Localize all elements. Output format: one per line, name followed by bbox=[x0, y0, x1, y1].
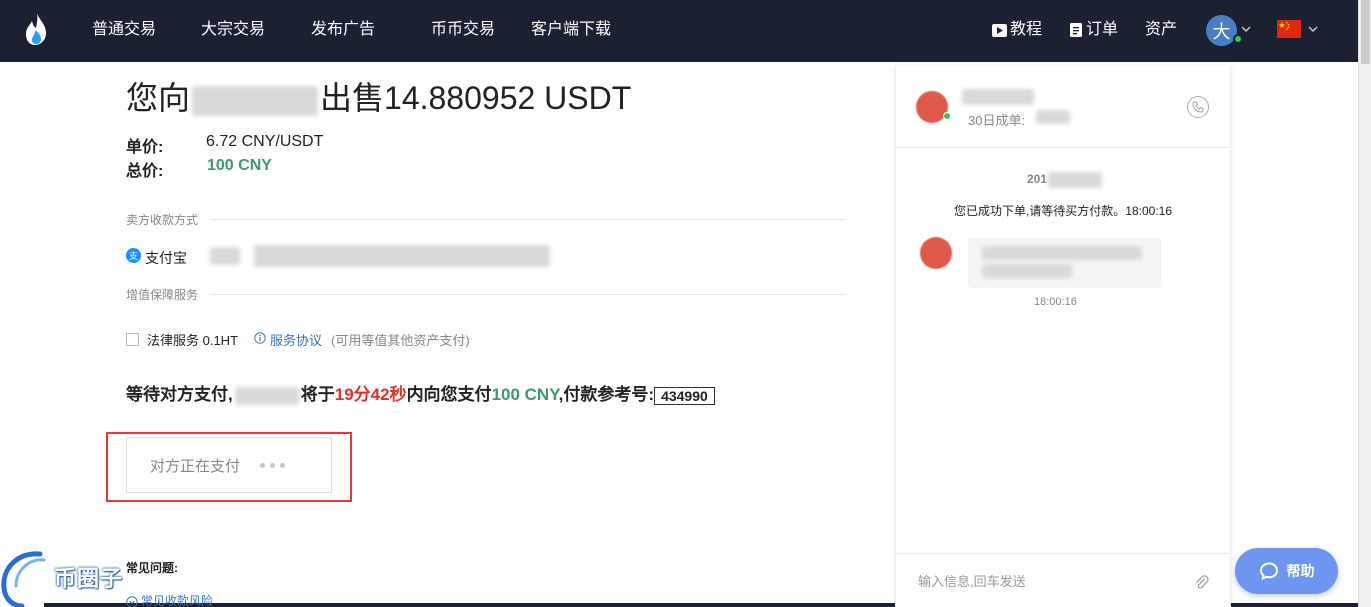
message-sender-avatar[interactable] bbox=[920, 237, 952, 269]
redacted-date bbox=[1048, 172, 1103, 188]
payment-method-section-label: 卖方收款方式 bbox=[126, 213, 199, 227]
vertical-scrollbar[interactable] bbox=[1358, 0, 1371, 607]
logo-flame-icon[interactable] bbox=[24, 12, 48, 46]
info-icon bbox=[254, 332, 266, 344]
service-note: (可用等值其他资产支付) bbox=[331, 333, 470, 348]
legal-service-checkbox[interactable] bbox=[126, 333, 139, 346]
chevron-down-icon[interactable] bbox=[1308, 24, 1318, 34]
status-mid: 将于 bbox=[300, 385, 335, 404]
nav-tutorial-label: 教程 bbox=[1010, 21, 1043, 38]
service-agreement-link[interactable]: 服务协议 bbox=[270, 330, 322, 349]
loading-dots-icon bbox=[260, 462, 286, 468]
value-added-section-label: 增值保障服务 bbox=[126, 288, 199, 302]
order-title: 您向 出售14.880952 USDT bbox=[126, 78, 631, 118]
payment-status-line: 等待对方支付, 将于19分42秒内向您支付100 CNY,付款参考号: 434990 bbox=[126, 384, 715, 406]
china-flag-icon[interactable] bbox=[1277, 20, 1301, 38]
nav-item-bulk-trade[interactable]: 大宗交易 bbox=[201, 20, 265, 40]
title-prefix: 您向 bbox=[126, 80, 191, 116]
unit-price-value: 6.72 CNY/USDT bbox=[206, 133, 324, 150]
paying-label: 对方正在支付 bbox=[150, 457, 241, 475]
ref-label: ,付款参考号: bbox=[558, 385, 655, 404]
orders-30d-label: 30日成单: bbox=[968, 113, 1026, 128]
nav-tutorial[interactable]: 教程 bbox=[992, 20, 1042, 40]
system-message: 您已成功下单,请等待买方付款。18:00:16 bbox=[953, 204, 1173, 218]
nav-item-client-download[interactable]: 客户端下载 bbox=[531, 20, 611, 40]
phone-button[interactable] bbox=[1187, 96, 1209, 118]
nav-orders[interactable]: 订单 bbox=[1070, 20, 1118, 40]
payment-method-name: 支付宝 bbox=[145, 250, 187, 266]
chevron-down-icon[interactable] bbox=[1241, 24, 1251, 34]
chat-input-area bbox=[896, 553, 1230, 607]
top-nav: 普通交易 大宗交易 发布广告 币币交易 客户端下载 教程 订单 资产 大 bbox=[0, 0, 1358, 62]
redacted-username bbox=[192, 85, 319, 116]
chat-bubble-icon bbox=[1259, 562, 1278, 581]
online-status-dot bbox=[1233, 34, 1243, 44]
watermark-text: 币圈子 bbox=[54, 566, 124, 591]
unit-price-label: 单价: bbox=[126, 139, 164, 156]
status-prefix: 等待对方支付, bbox=[126, 385, 233, 404]
message-time: 18:00:16 bbox=[1034, 296, 1077, 308]
redacted-account-details bbox=[254, 245, 550, 267]
countdown-timer: 19分42秒 bbox=[334, 385, 407, 404]
nav-item-post-ad[interactable]: 发布广告 bbox=[311, 20, 375, 40]
help-button[interactable]: 帮助 bbox=[1235, 548, 1338, 594]
nav-item-normal-trade[interactable]: 普通交易 bbox=[92, 20, 156, 40]
document-icon bbox=[1070, 23, 1082, 37]
legal-service-label: 法律服务 0.1HT bbox=[147, 333, 239, 348]
redacted-message-line bbox=[982, 264, 1072, 278]
status-mid2: 内向您支付 bbox=[406, 385, 492, 404]
divider bbox=[210, 219, 846, 220]
nav-orders-label: 订单 bbox=[1086, 21, 1119, 38]
attachment-icon[interactable] bbox=[1194, 575, 1210, 591]
chat-header: 30日成单: bbox=[896, 66, 1230, 148]
chat-panel: 30日成单: 201 您已成功下单,请等待买方付款。18:00:16 18:00… bbox=[895, 66, 1231, 607]
chat-date-prefix: 201 bbox=[1027, 172, 1048, 187]
title-suffix: 出售14.880952 USDT bbox=[320, 80, 632, 116]
message-bubble bbox=[968, 238, 1162, 288]
online-status-dot bbox=[943, 112, 951, 120]
phone-icon bbox=[1192, 101, 1204, 113]
nav-item-coin-trade[interactable]: 币币交易 bbox=[431, 20, 495, 40]
alipay-icon: 支 bbox=[126, 248, 141, 263]
total-price-value: 100 CNY bbox=[207, 157, 272, 174]
nav-assets[interactable]: 资产 bbox=[1145, 20, 1177, 40]
help-label: 帮助 bbox=[1286, 563, 1315, 579]
divider bbox=[210, 294, 846, 295]
play-icon bbox=[992, 23, 1007, 37]
redacted-order-count bbox=[1036, 110, 1070, 124]
user-avatar[interactable]: 大 bbox=[1206, 15, 1237, 46]
payment-reference-number: 434990 bbox=[654, 386, 715, 405]
total-price-label: 总价: bbox=[126, 163, 164, 180]
redacted-buyer-name bbox=[234, 386, 299, 405]
redacted-account bbox=[210, 247, 240, 265]
chat-message-input[interactable] bbox=[918, 574, 1178, 589]
scrollbar-thumb[interactable] bbox=[1361, 0, 1370, 64]
status-amount: 100 CNY bbox=[491, 385, 559, 404]
redacted-message-line bbox=[982, 246, 1142, 260]
chat-date: 201 bbox=[1027, 172, 1103, 188]
redacted-counterparty-name bbox=[962, 89, 1034, 105]
counterparty-paying-button[interactable]: 对方正在支付 bbox=[126, 437, 332, 493]
